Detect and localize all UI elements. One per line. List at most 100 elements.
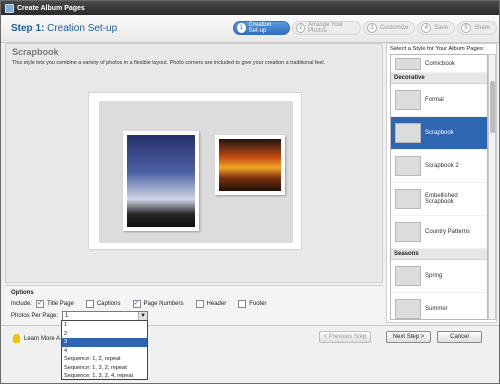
dropdown-option[interactable]: Sequence: 1, 3, 2, repeat xyxy=(62,364,147,373)
checkbox-footer[interactable]: Footer xyxy=(238,300,267,308)
step-number: 1 xyxy=(237,23,246,33)
style-item-comicbook[interactable]: Comicbook xyxy=(391,55,487,73)
checkbox-label: Captions xyxy=(96,301,121,307)
style-item-label: Scrapbook 2 xyxy=(425,163,459,169)
step-number: 2 xyxy=(296,23,305,33)
dropdown-option[interactable]: 4 xyxy=(62,347,147,356)
checkbox-label: Title Page xyxy=(47,301,74,307)
step-label: Arrange Your Photos xyxy=(308,22,344,34)
comicbook-thumbnail xyxy=(395,57,421,70)
dropdown-option[interactable]: Sequence: 1, 3, 2, 4, repeat xyxy=(62,372,147,381)
dropdown-option[interactable]: 1 xyxy=(62,321,147,330)
scrapbook-thumbnail xyxy=(395,123,421,143)
style-item-label: Scrapbook xyxy=(425,130,454,136)
checkbox-captions[interactable]: Captions xyxy=(85,300,121,308)
style-preview-panel: Scrapbook This style lets you combine a … xyxy=(5,43,383,283)
embellished-scrapbook-thumbnail xyxy=(395,189,421,209)
style-item-label: Summer xyxy=(425,306,448,312)
lightbulb-icon xyxy=(13,334,20,343)
scrollbar-thumb[interactable] xyxy=(490,81,495,133)
style-item-embellished-scrapbook[interactable]: Embellished Scrapbook xyxy=(391,183,487,216)
checkbox-page-numbers[interactable]: Page Numbers xyxy=(132,299,184,308)
step-3[interactable]: 3 Customize xyxy=(362,21,416,35)
step-number: 5 xyxy=(460,23,471,33)
style-item-label: Embellished Scrapbook xyxy=(425,193,458,205)
style-item-spring[interactable]: Spring xyxy=(391,260,487,293)
style-item-scrapbook-2[interactable]: Scrapbook 2 xyxy=(391,150,487,183)
next-step-button[interactable]: Next Step > xyxy=(386,331,431,343)
style-list-scrollbar[interactable] xyxy=(488,54,496,320)
checkbox[interactable] xyxy=(85,300,94,308)
style-description: This style lets you combine a variety of… xyxy=(12,60,326,66)
category-decorative: Decorative xyxy=(391,73,487,84)
checkbox-title-page[interactable]: Title Page xyxy=(36,299,74,308)
scrapbook-2-thumbnail xyxy=(395,156,421,176)
learn-more-link[interactable]: Learn More A xyxy=(24,336,60,342)
sunset-image xyxy=(219,139,281,191)
include-row: Include: Title Page Captions Page Number… xyxy=(11,299,275,308)
checkbox-label: Footer xyxy=(249,301,267,307)
create-album-pages-window: Create Album Pages Step 1: Creation Set-… xyxy=(0,0,500,384)
checkbox-header[interactable]: Header xyxy=(195,300,227,308)
checkbox[interactable] xyxy=(36,299,45,308)
cancel-button[interactable]: Cancel xyxy=(437,331,482,343)
photos-per-page-label: Photos Per Page: xyxy=(11,313,59,319)
checkbox-label: Page Numbers xyxy=(143,301,184,307)
step-number: 3 xyxy=(366,23,377,33)
step-label: Step 1: xyxy=(11,23,45,34)
formal-thumbnail xyxy=(395,90,421,110)
wizard-header: Step 1: Creation Set-up 1 Creation Set-u… xyxy=(1,15,499,43)
step-number: 4 xyxy=(421,23,432,33)
checkbox[interactable] xyxy=(195,300,204,308)
photos-per-page-dropdown[interactable]: 1 2 3 4 Sequence: 1, 2, repeat Sequence:… xyxy=(61,320,148,380)
style-list[interactable]: Comicbook Decorative Formal Scrapbook Sc… xyxy=(390,54,488,320)
step-label: Share xyxy=(473,25,490,31)
step-label: Save xyxy=(434,25,448,31)
options-title: Options xyxy=(11,290,34,296)
step-2[interactable]: 2 Arrange Your Photos xyxy=(292,21,361,35)
style-item-label: Spring xyxy=(425,273,443,279)
dropdown-option[interactable]: Sequence: 1, 2, repeat xyxy=(62,355,147,364)
checkbox[interactable] xyxy=(132,299,141,308)
step-name: Creation Set-up xyxy=(47,23,118,34)
step-1[interactable]: 1 Creation Set-up xyxy=(233,21,291,35)
learn-more[interactable]: Learn More A xyxy=(13,334,60,343)
spring-thumbnail xyxy=(395,266,421,286)
preview-photo-palms xyxy=(123,131,199,231)
app-icon xyxy=(5,3,14,13)
checkbox[interactable] xyxy=(238,300,247,308)
checkbox-label: Header xyxy=(206,301,227,307)
palm-trees-image xyxy=(127,135,195,227)
style-item-formal[interactable]: Formal xyxy=(391,84,487,117)
step-title: Step 1: Creation Set-up xyxy=(11,23,117,34)
style-item-label: Country Patterns xyxy=(425,229,471,235)
page-background xyxy=(99,101,293,243)
style-item-summer[interactable]: Summer xyxy=(391,293,487,319)
style-item-scrapbook[interactable]: Scrapbook xyxy=(391,117,487,150)
style-item-country-patterns[interactable]: Country Patterns xyxy=(391,216,487,249)
style-item-label: Comicbook xyxy=(425,60,456,67)
include-label: Include: xyxy=(11,301,33,307)
page-preview xyxy=(88,92,302,250)
step-progress: 1 Creation Set-up 2 Arrange Your Photos … xyxy=(233,21,499,36)
style-item-label: Formal xyxy=(425,97,444,103)
step-4[interactable]: 4 Save xyxy=(417,21,455,35)
options-panel: Options Include: Title Page Captions Pag… xyxy=(5,285,383,325)
select-value: 1 xyxy=(65,313,69,319)
dropdown-option[interactable]: 2 xyxy=(62,330,147,339)
step-5[interactable]: 5 Share xyxy=(456,21,497,35)
dropdown-option[interactable]: 3 xyxy=(62,338,147,347)
style-name: Scrapbook xyxy=(12,47,59,57)
window-title: Create Album Pages xyxy=(17,4,85,12)
preview-photo-sunset xyxy=(215,135,285,195)
style-selector-label: Select a Style for Your Album Pages: xyxy=(390,46,485,52)
country-patterns-thumbnail xyxy=(395,222,421,242)
previous-step-button[interactable]: < Previous Step xyxy=(319,331,371,343)
step-label: Customize xyxy=(379,25,409,31)
chevron-down-icon[interactable]: ▼ xyxy=(138,312,148,320)
title-bar: Create Album Pages xyxy=(1,1,499,15)
style-selector: Select a Style for Your Album Pages: Com… xyxy=(386,43,497,323)
summer-thumbnail xyxy=(395,299,421,319)
category-seasons: Seasons xyxy=(391,249,487,260)
step-label: Creation Set-up xyxy=(248,22,272,34)
